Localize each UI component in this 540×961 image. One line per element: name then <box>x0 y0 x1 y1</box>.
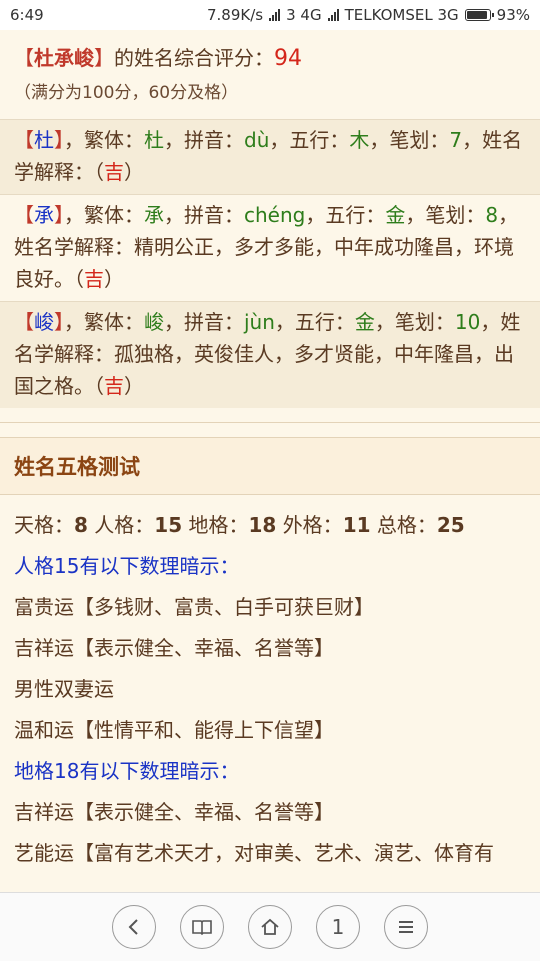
book-icon <box>192 920 212 936</box>
list-item: 男性双妻运 <box>14 677 114 701</box>
menu-button[interactable] <box>384 905 428 949</box>
ji-badge: 吉 <box>104 374 124 398</box>
ji-badge: 吉 <box>104 160 124 184</box>
sim-label: 3 4G <box>286 6 322 24</box>
char-row-3: 【峻】，繁体：峻，拼音：jùn，五行：金，笔划：10，姓名学解释：孤独格，英俊佳… <box>0 301 540 408</box>
score-summary: 【杜承峻】的姓名综合评分：94（满分为100分，60分及格） <box>14 46 302 103</box>
battery-percent: 93% <box>496 6 530 24</box>
list-item: 艺能运【富有艺术天才，对审美、艺术、演艺、体育有 <box>14 841 494 865</box>
bookmarks-button[interactable] <box>180 905 224 949</box>
list-item: 温和运【性情平和、能得上下信望】 <box>14 718 334 742</box>
char-row-2: 【承】，繁体：承，拼音：chéng，五行：金，笔划：8，姓名学解释：精明公正，多… <box>0 194 540 301</box>
carrier-label: TELKOMSEL 3G <box>344 6 459 24</box>
status-bar: 6:49 7.89K/s 3 4G TELKOMSEL 3G 93% <box>0 0 540 30</box>
list-item: 吉祥运【表示健全、幸福、名誉等】 <box>14 800 334 824</box>
char-3: 峻 <box>34 310 54 334</box>
back-icon <box>128 919 138 935</box>
tab-count: 1 <box>331 915 345 939</box>
score-value: 94 <box>274 46 302 71</box>
person-name: 杜承峻 <box>34 46 94 70</box>
page-content: 【杜承峻】的姓名综合评分：94（满分为100分，60分及格） 【杜】，繁体：杜，… <box>0 30 540 892</box>
section-title: 姓名五格测试 <box>0 437 540 495</box>
renge-header: 人格15有以下数理暗示： <box>14 554 240 578</box>
menu-icon <box>399 921 413 933</box>
network-speed: 7.89K/s <box>207 6 264 24</box>
wuge-section: 天格：8 人格：15 地格：18 外格：11 总格：25 人格15有以下数理暗示… <box>0 495 540 884</box>
score-prefix: 的姓名综合评分： <box>114 46 274 70</box>
score-note: （满分为100分，60分及格） <box>14 83 239 103</box>
list-item: 富贵运【多钱财、富贵、白手可获巨财】 <box>14 595 374 619</box>
signal-icon <box>269 9 281 21</box>
tabs-button[interactable]: 1 <box>316 905 360 949</box>
wuge-summary: 天格：8 人格：15 地格：18 外格：11 总格：25 <box>14 513 465 537</box>
ji-badge: 吉 <box>84 267 104 291</box>
status-right: 7.89K/s 3 4G TELKOMSEL 3G 93% <box>207 6 530 24</box>
dige-header: 地格18有以下数理暗示： <box>14 759 240 783</box>
char-2: 承 <box>34 203 54 227</box>
home-button[interactable] <box>248 905 292 949</box>
list-item: 吉祥运【表示健全、幸福、名誉等】 <box>14 636 334 660</box>
char-row-1: 【杜】，繁体：杜，拼音：dù，五行：木，笔划：7，姓名学解释：（吉） <box>0 119 540 194</box>
status-time: 6:49 <box>10 6 44 24</box>
home-icon <box>261 918 279 935</box>
battery-icon <box>464 9 494 21</box>
back-button[interactable] <box>112 905 156 949</box>
browser-bottom-nav: 1 <box>0 892 540 961</box>
signal-icon-2 <box>327 9 339 21</box>
char-1: 杜 <box>34 128 54 152</box>
